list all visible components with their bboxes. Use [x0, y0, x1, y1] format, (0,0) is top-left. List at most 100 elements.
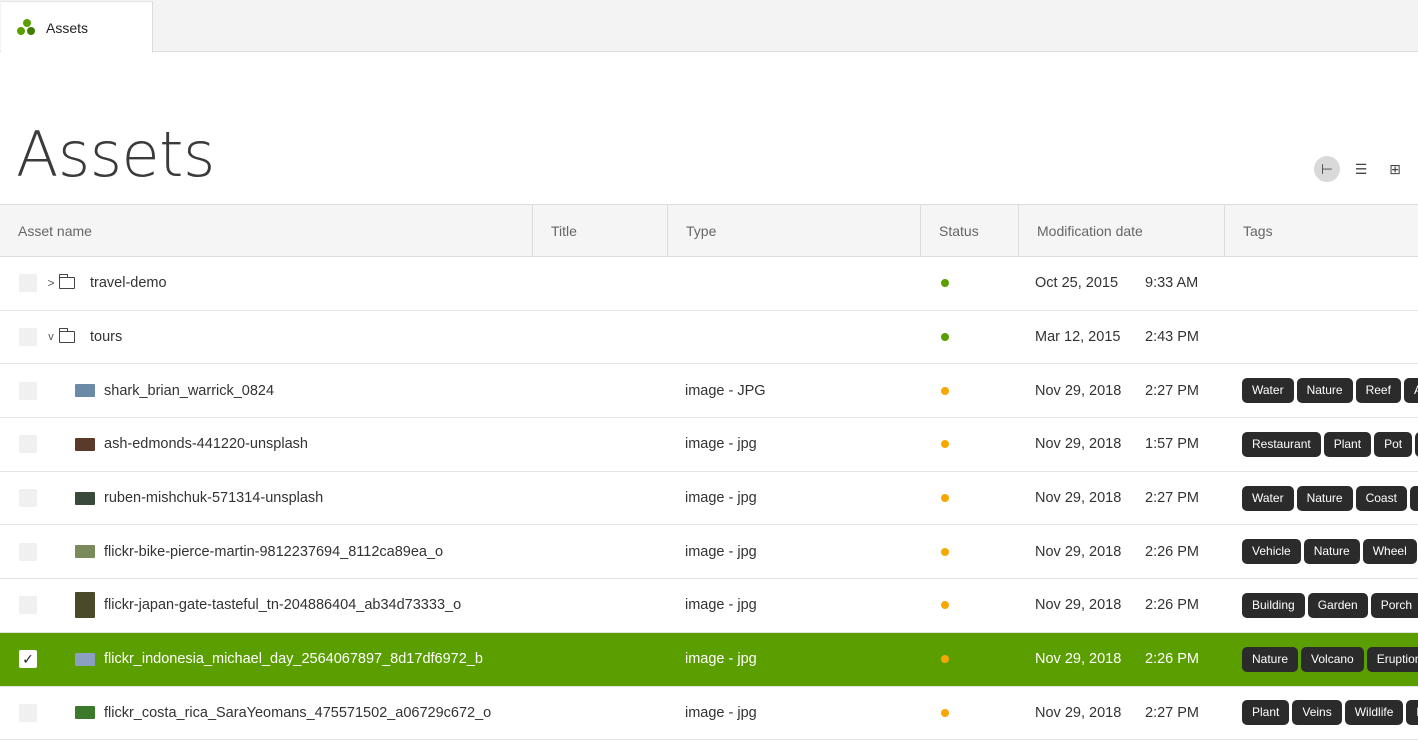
tag-badge[interactable]: Porch — [1370, 592, 1418, 618]
column-header-modification-date[interactable]: Modification date — [1019, 205, 1225, 256]
modification-date-cell: Mar 12, 2015 2:43 PM — [1019, 311, 1225, 364]
row-checkbox[interactable] — [19, 274, 37, 293]
asset-name[interactable]: flickr-japan-gate-tasteful_tn-204886404_… — [104, 597, 461, 613]
tag-badge[interactable]: Plant — [1242, 700, 1290, 726]
chevron-right-icon[interactable]: > — [45, 276, 57, 290]
status-cell — [921, 579, 1019, 632]
list-view-icon[interactable]: ☰ — [1348, 156, 1374, 182]
table-row[interactable]: flickr_costa_rica_SaraYeomans_475571502_… — [0, 687, 1418, 741]
status-dot-icon — [941, 279, 949, 288]
asset-name[interactable]: flickr_indonesia_michael_day_2564067897_… — [104, 651, 483, 667]
row-checkbox[interactable] — [19, 328, 37, 347]
title-cell — [533, 525, 668, 578]
asset-name[interactable]: travel-demo — [90, 275, 167, 291]
asset-name[interactable]: tours — [90, 329, 122, 345]
image-thumbnail — [75, 652, 95, 666]
grid-view-icon[interactable]: ⊞ — [1382, 156, 1408, 182]
tags-cell: Vehicle Nature Wheel — [1225, 525, 1418, 578]
column-header-asset-name[interactable]: Asset name — [0, 205, 533, 256]
row-checkbox[interactable] — [19, 435, 37, 454]
table-row[interactable]: ruben-mishchuk-571314-unsplash image - jp… — [0, 472, 1418, 526]
table-row[interactable]: flickr-japan-gate-tasteful_tn-204886404_… — [0, 579, 1418, 633]
type-cell: image - JPG — [685, 382, 766, 399]
tag-badge[interactable]: Water — [1242, 378, 1294, 404]
column-header-tags[interactable]: Tags — [1225, 205, 1418, 256]
modification-date: Nov 29, 2018 — [1035, 597, 1122, 614]
row-checkbox[interactable] — [19, 489, 37, 508]
modification-time: 2:26 PM — [1145, 543, 1199, 560]
chevron-down-icon[interactable]: v — [45, 331, 57, 343]
tag-badge[interactable]: Wheel — [1362, 539, 1417, 565]
tag-badge[interactable]: An — [1403, 378, 1418, 404]
modification-date: Nov 29, 2018 — [1035, 490, 1122, 507]
tags-cell: RestaurantPlantPotI — [1225, 418, 1418, 471]
row-checkbox[interactable] — [19, 542, 37, 561]
status-cell — [921, 472, 1019, 525]
page-title: Assets — [16, 118, 215, 191]
modification-date-cell: Nov 29, 2018 2:26 PM — [1019, 579, 1225, 632]
title-cell — [533, 257, 668, 310]
asset-name[interactable]: flickr-bike-pierce-martin-9812237694_811… — [104, 544, 443, 560]
tag-badge[interactable]: Pot — [1374, 431, 1413, 457]
asset-name-cell: v tours — [0, 311, 533, 364]
tag-badge[interactable]: Reef — [1355, 378, 1401, 404]
table-row[interactable]: flickr-bike-pierce-martin-9812237694_811… — [0, 525, 1418, 580]
modification-date: Oct 25, 2015 — [1035, 275, 1119, 292]
table-row[interactable]: ash-edmonds-441220-unsplash image - jpg No… — [0, 418, 1418, 472]
column-view-icon[interactable]: ⊢ — [1314, 156, 1340, 182]
tag-badge[interactable]: Building — [1242, 592, 1305, 618]
tag-badge[interactable]: F — [1406, 700, 1418, 726]
tab-bar: Assets — [0, 0, 1418, 53]
modification-date: Nov 29, 2018 — [1035, 382, 1122, 399]
tag-list: WaterNatureCoastI — [1242, 485, 1418, 511]
tag-badge[interactable]: Nature — [1296, 378, 1353, 404]
tag-badge[interactable]: Water — [1242, 485, 1294, 511]
modification-time: 2:26 PM — [1145, 597, 1199, 614]
tag-badge[interactable]: Garden — [1307, 592, 1368, 618]
status-cell — [921, 257, 1019, 310]
tab-label: Assets — [46, 19, 89, 36]
type-cell: image - jpg — [685, 651, 757, 668]
row-checkbox[interactable]: ✓ — [19, 650, 37, 669]
status-dot-icon — [941, 494, 949, 503]
column-header-title[interactable]: Title — [533, 205, 668, 256]
table-row[interactable]: > travel-demo Oct 25, 2015 9:33 AM — [0, 257, 1418, 311]
asset-name-cell: ash-edmonds-441220-unsplash — [0, 418, 533, 471]
tag-badge[interactable]: Eruption — [1366, 646, 1418, 672]
modification-date: Nov 29, 2018 — [1035, 704, 1122, 721]
modification-date-cell: Nov 29, 2018 2:27 PM — [1019, 687, 1225, 740]
modification-time: 2:27 PM — [1145, 382, 1199, 399]
row-checkbox[interactable] — [19, 596, 37, 615]
tag-badge[interactable]: I — [1409, 485, 1418, 511]
type-cell: image - jpg — [685, 543, 757, 560]
modification-date-cell: Nov 29, 2018 1:57 PM — [1019, 418, 1225, 471]
image-thumbnail — [75, 491, 95, 505]
tag-badge[interactable]: Nature — [1296, 485, 1353, 511]
tag-badge[interactable]: Nature — [1303, 539, 1360, 565]
tag-badge[interactable]: Wildlife — [1344, 700, 1404, 726]
column-header-type[interactable]: Type — [668, 205, 921, 256]
row-checkbox[interactable] — [19, 381, 37, 400]
table-row[interactable]: v tours Mar 12, 2015 2:43 PM — [0, 311, 1418, 365]
tag-badge[interactable]: Nature — [1242, 646, 1299, 672]
row-checkbox[interactable] — [19, 703, 37, 722]
status-cell — [921, 633, 1019, 686]
column-header-status[interactable]: Status — [921, 205, 1019, 256]
tag-badge[interactable]: Volcano — [1301, 646, 1364, 672]
tag-badge[interactable]: Coast — [1355, 485, 1407, 511]
tag-badge[interactable]: Plant — [1323, 431, 1372, 457]
asset-name[interactable]: flickr_costa_rica_SaraYeomans_475571502_… — [104, 705, 491, 721]
status-cell — [921, 687, 1019, 740]
image-thumbnail — [75, 592, 95, 619]
tag-badge[interactable]: Restaurant — [1242, 431, 1321, 457]
tags-cell — [1225, 257, 1418, 310]
tag-badge[interactable]: Vehicle — [1242, 539, 1301, 565]
modification-date-cell: Nov 29, 2018 2:27 PM — [1019, 364, 1225, 417]
table-row[interactable]: ✓ flickr_indonesia_michael_day_2564067897… — [0, 632, 1418, 687]
asset-name[interactable]: ash-edmonds-441220-unsplash — [104, 436, 308, 452]
table-row[interactable]: shark_brian_warrick_0824 image - JPG Nov 2… — [0, 364, 1418, 419]
asset-name[interactable]: ruben-mishchuk-571314-unsplash — [104, 490, 323, 506]
asset-name[interactable]: shark_brian_warrick_0824 — [104, 383, 274, 399]
tag-badge[interactable]: Veins — [1292, 700, 1342, 726]
tab-assets[interactable]: Assets — [1, 1, 153, 53]
